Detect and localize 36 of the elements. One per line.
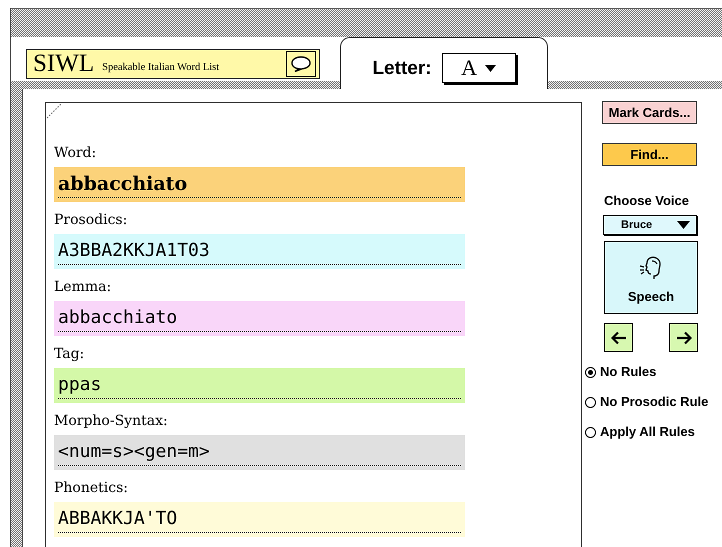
field-value[interactable]: ppas (54, 368, 465, 403)
field-label: Lemma: (54, 278, 112, 297)
rule-option[interactable]: No Prosodic Rule (585, 395, 708, 409)
field-value[interactable]: ABBAKKJA'TO (54, 502, 465, 537)
previous-button[interactable] (604, 323, 633, 352)
letter-dropdown[interactable]: A (442, 53, 516, 83)
radio-button[interactable] (585, 426, 596, 438)
app-title: SIWL (33, 51, 94, 76)
left-arrow-icon (610, 330, 626, 344)
action-button[interactable]: Mark Cards... (602, 101, 697, 124)
speech-balloon-icon (290, 54, 312, 72)
field-label: Prosodics: (54, 211, 128, 230)
voice-dropdown[interactable]: Bruce (603, 215, 697, 235)
voice-label: Choose Voice (604, 193, 690, 209)
speech-balloon-button[interactable] (286, 50, 316, 76)
action-button[interactable]: Find... (602, 143, 697, 166)
rule-option[interactable]: No Rules (585, 365, 708, 379)
caret-icon (677, 221, 690, 229)
field-label: Tag: (54, 345, 84, 364)
corner-fold-icon (46, 103, 62, 119)
field-label: Word: (54, 144, 96, 163)
rule-option[interactable]: Apply All Rules (585, 425, 708, 439)
field-label: Phonetics: (54, 479, 128, 498)
app-subtitle: Speakable Italian Word List (102, 62, 220, 73)
radio-button[interactable] (585, 396, 596, 408)
radio-button[interactable] (585, 366, 596, 378)
field-label: Morpho-Syntax: (54, 412, 168, 431)
field-value[interactable]: A3BBA2KKJA1T03 (54, 234, 465, 269)
next-button[interactable] (669, 323, 698, 352)
right-arrow-icon (676, 330, 692, 344)
speech-button[interactable]: Speech (604, 241, 698, 314)
letter-label: Letter: (372, 57, 432, 81)
caret-icon (485, 64, 496, 72)
field-value[interactable]: abbacchiato (54, 167, 465, 202)
field-value[interactable]: <num=s><gen=m> (54, 435, 465, 470)
field-value[interactable]: abbacchiato (54, 301, 465, 336)
